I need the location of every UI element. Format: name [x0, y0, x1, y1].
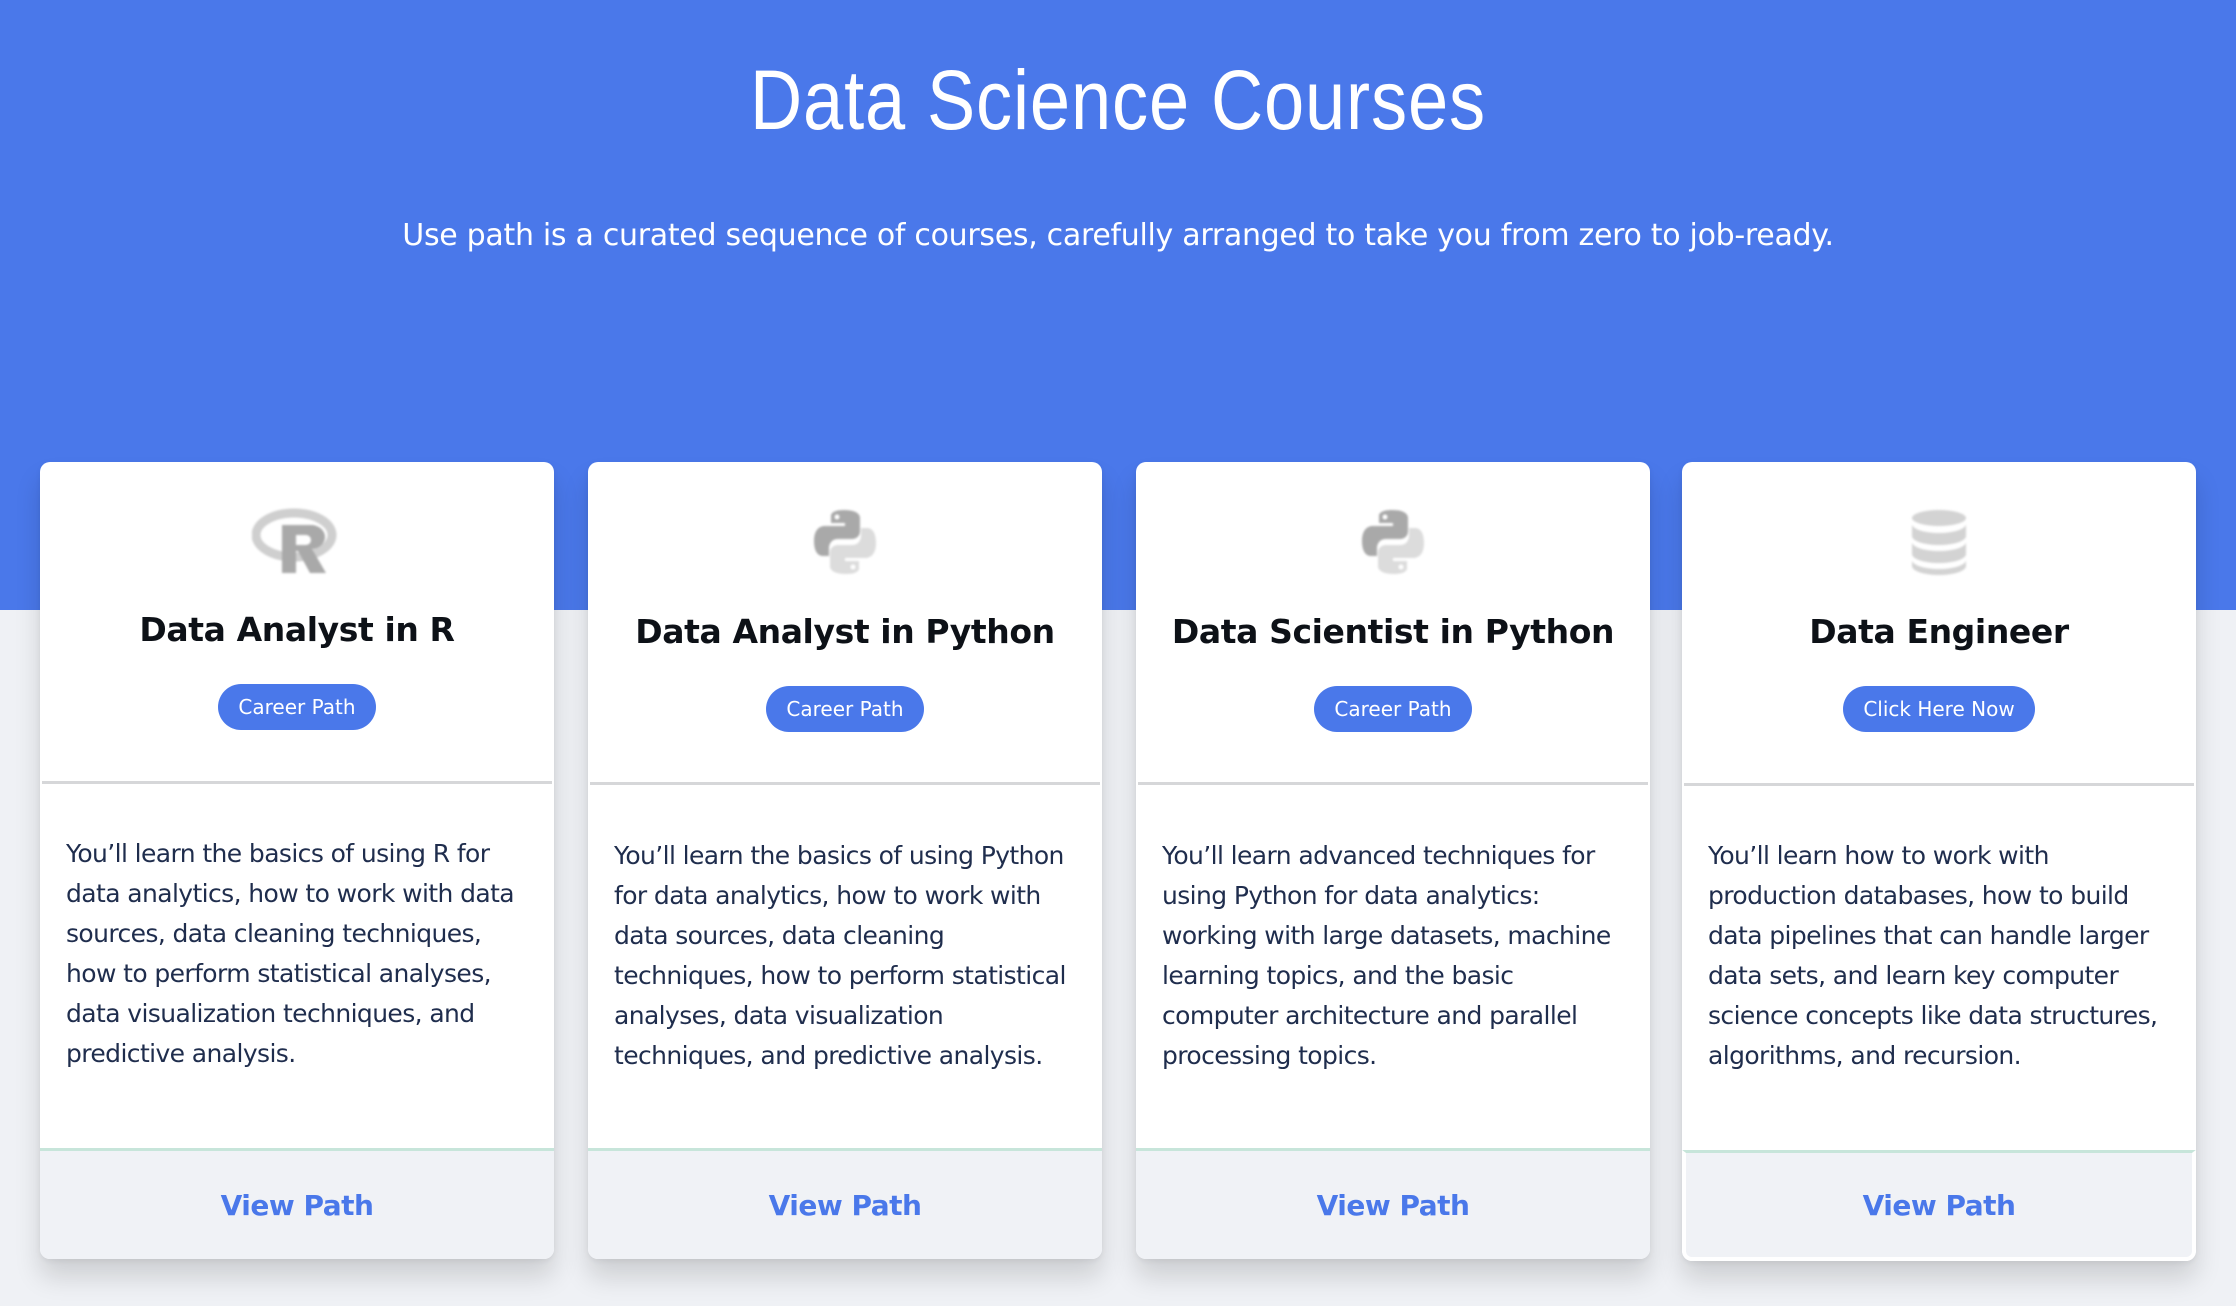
page-subtitle: Use path is a curated sequence of course…: [402, 218, 1834, 253]
career-path-badge[interactable]: Career Path: [1314, 686, 1472, 732]
career-path-badge[interactable]: Career Path: [218, 684, 376, 730]
course-description: You’ll learn advanced techniques for usi…: [1162, 841, 1611, 1070]
course-title: Data Scientist in Python: [1171, 612, 1615, 651]
view-path-link[interactable]: View Path: [221, 1189, 374, 1222]
divider: [1138, 782, 1648, 785]
career-path-badge[interactable]: Career Path: [766, 686, 924, 732]
course-description: You’ll learn the basics of using R for d…: [66, 839, 515, 1068]
click-here-now-button[interactable]: Click Here Now: [1843, 686, 2035, 732]
course-card-data-analyst-r: Data Analyst in R Career Path You’ll lea…: [40, 462, 554, 1259]
divider: [1684, 783, 2194, 786]
course-card-data-scientist-python: Data Scientist in Python Career Path You…: [1136, 462, 1650, 1259]
course-title: Data Analyst in R: [139, 610, 455, 649]
page-title: Data Science Courses: [750, 53, 1486, 147]
view-path-link[interactable]: View Path: [769, 1189, 922, 1222]
card-footer: View Path: [40, 1148, 554, 1259]
card-footer: View Path: [1682, 1150, 2196, 1261]
r-logo-icon: [249, 502, 345, 582]
page: Data Science Courses Use path is a curat…: [0, 0, 2236, 1306]
course-title: Data Analyst in Python: [635, 612, 1055, 651]
card-footer: View Path: [588, 1148, 1102, 1259]
course-card-data-analyst-python: Data Analyst in Python Career Path You’l…: [588, 462, 1102, 1259]
course-card-data-engineer: Data Engineer Click Here Now You’ll lear…: [1682, 462, 2196, 1261]
view-path-link[interactable]: View Path: [1863, 1189, 2016, 1222]
database-icon: [1891, 502, 1987, 582]
view-path-link[interactable]: View Path: [1317, 1189, 1470, 1222]
card-footer: View Path: [1136, 1148, 1650, 1259]
course-description: You’ll learn the basics of using Python …: [614, 841, 1066, 1070]
divider: [590, 782, 1100, 785]
divider: [42, 781, 552, 784]
python-logo-icon: [1345, 502, 1441, 582]
course-title: Data Engineer: [1809, 612, 2069, 651]
course-description: You’ll learn how to work with production…: [1708, 841, 2158, 1070]
python-logo-icon: [797, 502, 893, 582]
